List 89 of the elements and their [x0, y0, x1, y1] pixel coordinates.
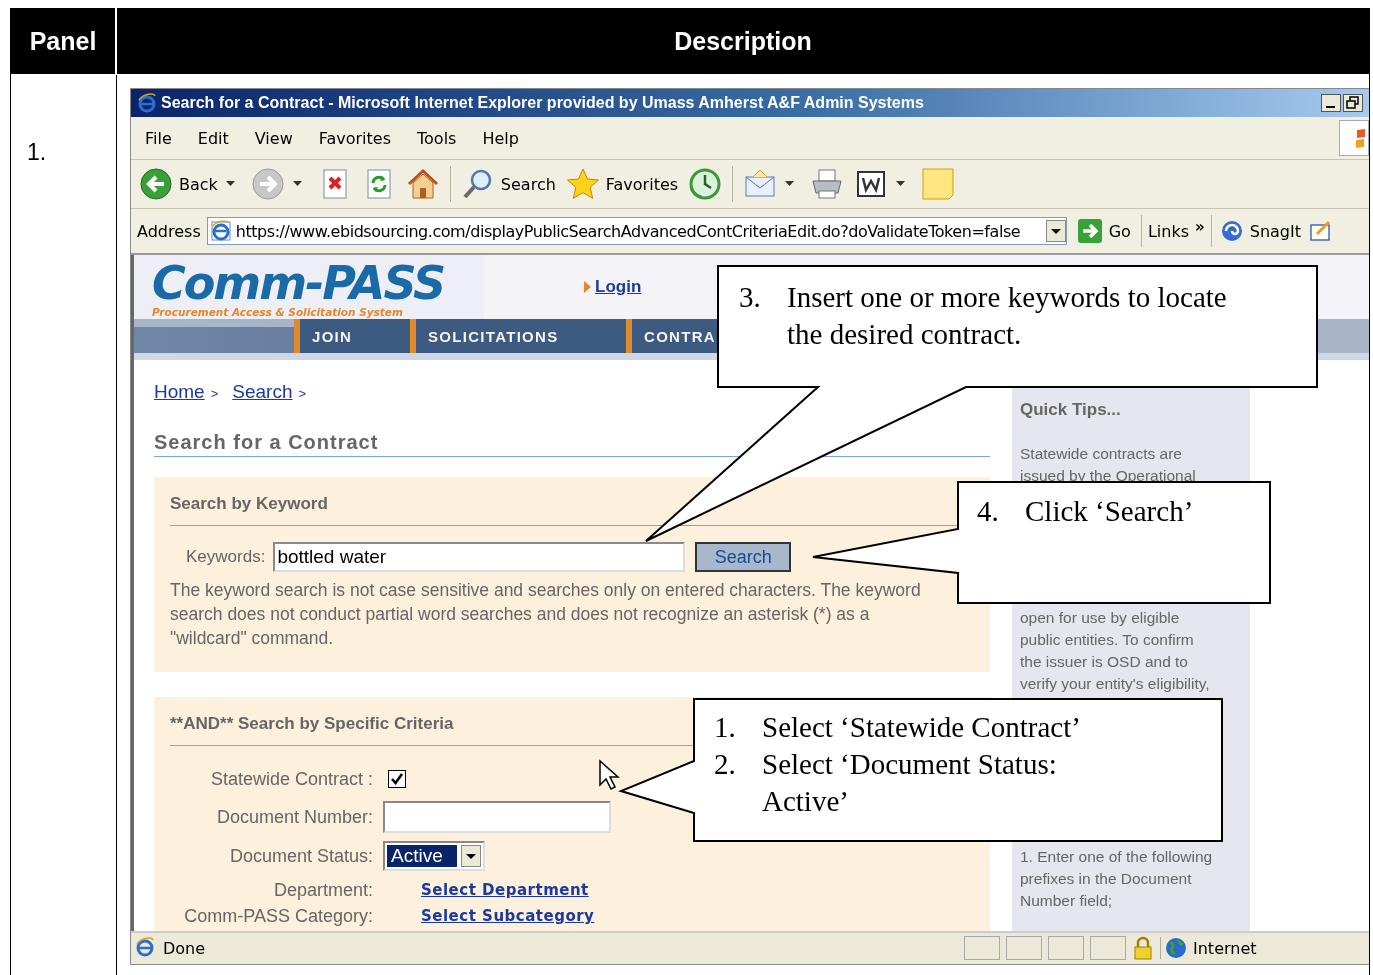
note-icon: [921, 167, 956, 201]
restore-icon[interactable]: [1343, 94, 1363, 112]
menu-item[interactable]: File: [145, 128, 172, 148]
window-title: Search for a Contract - Microsoft Internet Explorer provided by Umass Amherst A&F Admin Systems: [161, 94, 924, 112]
document-number-field[interactable]: [383, 801, 611, 833]
menu-item[interactable]: Help: [482, 128, 519, 148]
caret-icon[interactable]: [785, 181, 795, 187]
field-label: Document Number:: [215, 806, 373, 828]
field-label: Statewide Contract :: [209, 768, 373, 790]
field-label: Keywords:: [186, 547, 266, 567]
snagit-button[interactable]: SnagIt: [1217, 219, 1303, 243]
status-pane: [964, 936, 1000, 960]
windows-logo-icon: [1339, 120, 1369, 156]
edit-icon[interactable]: [1308, 220, 1333, 242]
breadcrumb-separator: >: [210, 386, 219, 401]
minimize-icon[interactable]: [1321, 94, 1341, 112]
checkmark-icon: [390, 772, 404, 786]
step-number: 4.: [977, 494, 1000, 529]
menu-item[interactable]: Tools: [417, 128, 457, 148]
status-pane: [1006, 936, 1042, 960]
address-label: Address: [137, 221, 201, 241]
select-link[interactable]: Select Department: [421, 881, 589, 899]
search-button[interactable]: Search: [458, 167, 558, 201]
tips-title: Quick Tips...: [1020, 400, 1122, 420]
help-text: The keyword search is not case sensitive and searches only on entered characters. The keyword search does not conduct partial word searches and does not recognize an asterisk (*) as a "wildcard" command.: [170, 579, 922, 650]
dropdown-icon[interactable]: [1045, 220, 1066, 242]
breadcrumb-link[interactable]: Home: [154, 381, 205, 403]
chevron-button[interactable]: »: [1195, 218, 1205, 236]
site-logo[interactable]: Comm-PASS: [152, 260, 445, 306]
clock-icon: [688, 167, 723, 201]
breadcrumb-separator: >: [298, 386, 307, 401]
caret-icon[interactable]: [225, 181, 235, 187]
caret-icon: [460, 845, 481, 867]
links-button[interactable]: Links: [1147, 221, 1189, 241]
panel-number: 1.: [26, 138, 48, 166]
callout-text: Select ‘Document Status: Active’: [762, 747, 1058, 819]
lock-icon: [1132, 936, 1154, 960]
status-dropdown[interactable]: Active: [383, 841, 485, 871]
step-number: 1.: [714, 710, 737, 745]
callout-text: Insert one or more keywords to locate the desired contract.: [787, 280, 1228, 352]
field-label: Department:: [272, 879, 373, 901]
status-text: Done: [163, 938, 206, 958]
star-icon: [565, 167, 600, 201]
browser-icon: [135, 937, 157, 959]
nav-tab[interactable]: SOLICITATIONS: [410, 319, 626, 353]
browser-icon: [137, 93, 157, 113]
search-button[interactable]: Search: [695, 542, 792, 572]
field-label: Comm-PASS Category:: [183, 905, 373, 927]
go-button[interactable]: Go: [1072, 218, 1135, 244]
checkbox[interactable]: [388, 770, 406, 788]
nav-tab[interactable]: JOIN: [294, 319, 410, 353]
login-link[interactable]: Login: [595, 277, 642, 297]
field-label: Document Status:: [228, 845, 373, 867]
tips-text: verify your entity's eligibility,: [1020, 674, 1211, 694]
column-header: Description: [673, 25, 813, 57]
tips-text: prefixes in the Document: [1020, 869, 1193, 889]
tips-text: Number field;: [1020, 891, 1114, 911]
caret-icon[interactable]: [292, 181, 302, 187]
tips-text: public entities. To confirm: [1020, 630, 1195, 650]
triangle-icon: [584, 281, 592, 293]
callout-text: Click ‘Search’: [1025, 494, 1194, 529]
back-button[interactable]: Back: [137, 167, 220, 201]
page-icon: [209, 220, 232, 242]
status-pane: [1090, 936, 1126, 960]
tips-text: the issuer is OSD and to: [1020, 652, 1189, 672]
nav-tab[interactable]: CONTRA: [626, 319, 718, 353]
menu-item[interactable]: View: [254, 128, 293, 148]
zone-label: Internet: [1193, 938, 1257, 958]
menu-item[interactable]: Edit: [197, 128, 229, 148]
keyword-field[interactable]: bottled water: [273, 542, 686, 572]
cursor-icon: [598, 759, 620, 791]
caret-icon[interactable]: [896, 181, 906, 187]
address-field[interactable]: https://www.ebidsourcing.com/displayPublicSearchAdvancedContCriteriaEdit.do?doValidateToken=false: [206, 217, 1067, 245]
breadcrumb-link[interactable]: Search: [232, 381, 293, 403]
menu-item[interactable]: Favorites: [318, 128, 391, 148]
house-icon: [405, 167, 440, 201]
select-link[interactable]: Select Subcategory: [421, 907, 595, 925]
step-number: 3.: [739, 280, 762, 315]
logo-tagline: Procurement Access & Solicitation System: [152, 306, 404, 318]
tips-text: Statewide contracts are: [1020, 444, 1183, 464]
tips-text: open for use by eligible: [1020, 608, 1181, 628]
swirl-icon: [1219, 219, 1244, 243]
favorites-button[interactable]: Favorites: [563, 167, 681, 201]
globe-icon: [1165, 937, 1187, 959]
tips-text: 1. Enter one of the following: [1020, 847, 1214, 867]
printer-icon: [810, 167, 845, 201]
status-pane: [1048, 936, 1084, 960]
column-header: Panel: [11, 8, 117, 74]
step-number: 2.: [714, 747, 737, 782]
